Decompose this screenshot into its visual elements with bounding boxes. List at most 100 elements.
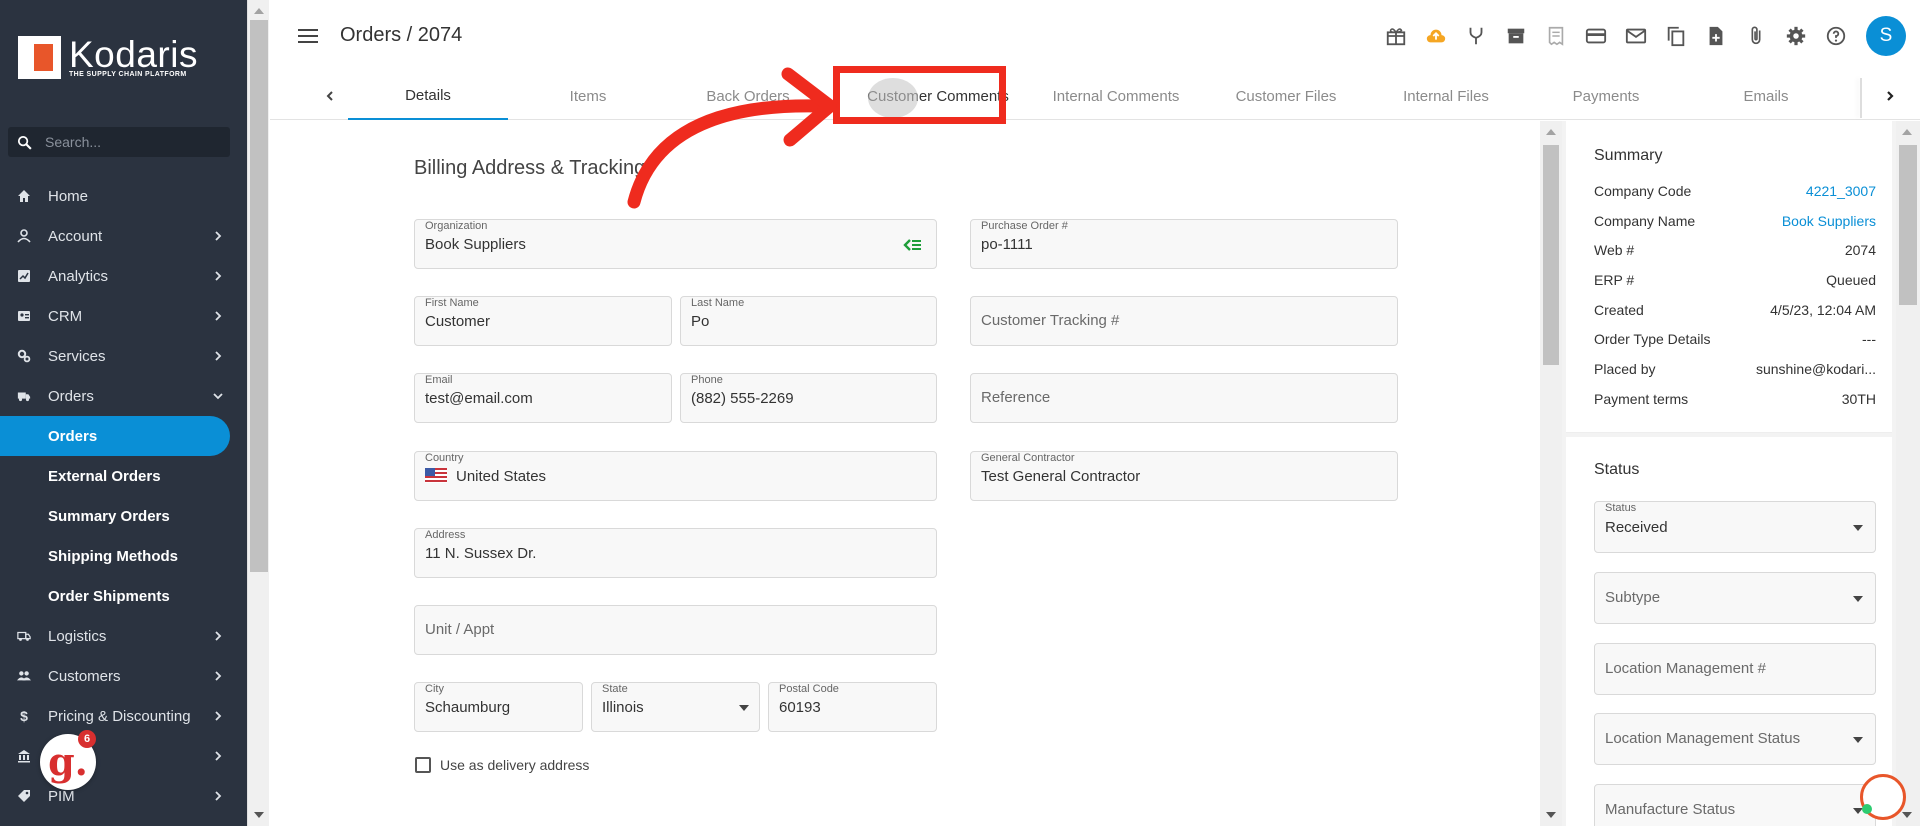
city-field[interactable]: City Schaumburg — [414, 682, 583, 732]
use-as-delivery-row[interactable]: Use as delivery address — [415, 757, 589, 773]
chevron-left-icon — [326, 91, 333, 101]
tabs-scroll-left[interactable] — [318, 84, 342, 108]
field-placeholder: Subtype — [1605, 589, 1661, 606]
merge-icon[interactable] — [1456, 16, 1496, 56]
scroll-up-arrow[interactable] — [1902, 129, 1912, 135]
field-placeholder: Customer Tracking # — [981, 312, 1120, 329]
sidebar-subitem-shipping-methods[interactable]: Shipping Methods — [0, 536, 247, 576]
hamburger-menu-icon[interactable] — [298, 28, 318, 44]
archive-icon[interactable] — [1496, 16, 1536, 56]
sidebar-subitem-orders[interactable]: Orders — [0, 416, 230, 456]
company-name-link[interactable]: Book Suppliers — [1782, 213, 1876, 229]
tab-details[interactable]: Details — [348, 72, 508, 120]
status-select[interactable]: Status Received — [1594, 501, 1876, 553]
gears-icon — [17, 349, 31, 363]
tab-internal-files[interactable]: Internal Files — [1366, 72, 1526, 120]
summary-row: Payment terms 30TH — [1594, 391, 1876, 407]
kodaris-logo-mark — [18, 36, 61, 79]
user-avatar[interactable]: S — [1866, 16, 1906, 56]
tab-customer-files[interactable]: Customer Files — [1206, 72, 1366, 120]
postal-code-field[interactable]: Postal Code 60193 — [768, 682, 937, 732]
chevron-right-icon — [1887, 91, 1894, 101]
sidebar-item-label: Orders — [48, 387, 94, 405]
kodaris-logo[interactable]: Kodaris THE SUPPLY CHAIN PLATFORM — [18, 36, 198, 79]
sidebar-item-pricing[interactable]: $ Pricing & Discounting — [0, 696, 247, 736]
company-code-link[interactable]: 4221_3007 — [1806, 183, 1876, 199]
email-field[interactable]: Email test@email.com — [414, 373, 672, 423]
scroll-down-arrow[interactable] — [1546, 812, 1556, 818]
sidebar-item-crm[interactable]: CRM — [0, 296, 247, 336]
attachment-icon[interactable] — [1736, 16, 1776, 56]
scrollbar-thumb[interactable] — [1543, 145, 1559, 365]
field-placeholder: Location Management Status — [1605, 730, 1801, 747]
copy-icon[interactable] — [1656, 16, 1696, 56]
add-file-icon[interactable] — [1696, 16, 1736, 56]
sidebar-search — [8, 127, 230, 157]
mail-icon[interactable] — [1616, 16, 1656, 56]
id-card-icon — [17, 309, 31, 323]
location-management-status-select[interactable]: Location Management Status — [1594, 713, 1876, 765]
manufacture-status-select[interactable]: Manufacture Status — [1594, 784, 1876, 826]
summary-key: Company Name — [1594, 213, 1696, 229]
sidebar-scrollbar[interactable] — [247, 0, 269, 826]
right-panel-scrollbar[interactable] — [1896, 121, 1920, 826]
gift-icon[interactable] — [1376, 16, 1416, 56]
field-label: State — [602, 683, 628, 695]
summary-value: --- — [1862, 331, 1876, 347]
credit-card-icon[interactable] — [1576, 16, 1616, 56]
tab-emails[interactable]: Emails — [1686, 72, 1846, 120]
scroll-up-arrow[interactable] — [254, 8, 264, 14]
chevron-down-icon — [213, 393, 223, 400]
sidebar-item-services[interactable]: Services — [0, 336, 247, 376]
sidebar-item-account[interactable]: Account — [0, 216, 247, 256]
field-value: po-1111 — [981, 236, 1033, 253]
first-name-field[interactable]: First Name Customer — [414, 296, 672, 346]
sidebar-item-bank[interactable] — [0, 736, 247, 776]
sidebar-subitem-order-shipments[interactable]: Order Shipments — [0, 576, 247, 616]
subtype-select[interactable]: Subtype — [1594, 572, 1876, 624]
location-management-field[interactable]: Location Management # — [1594, 643, 1876, 695]
tabs-scroll-right[interactable] — [1878, 84, 1902, 108]
cloud-upload-icon[interactable] — [1416, 16, 1456, 56]
scroll-down-arrow[interactable] — [254, 812, 264, 818]
details-panel: Billing Address & Tracking Organization … — [270, 121, 1540, 826]
sidebar-subitem-external-orders[interactable]: External Orders — [0, 456, 247, 496]
main-scrollbar[interactable] — [1540, 121, 1562, 826]
tab-payments[interactable]: Payments — [1526, 72, 1686, 120]
use-as-delivery-checkbox[interactable] — [415, 757, 431, 773]
sidebar-item-analytics[interactable]: Analytics — [0, 256, 247, 296]
field-value: Illinois — [602, 699, 644, 716]
chevron-right-icon — [215, 631, 222, 641]
settings-icon[interactable] — [1776, 16, 1816, 56]
link-organization-icon[interactable] — [902, 237, 922, 253]
sidebar-search-input[interactable] — [45, 134, 215, 150]
state-select[interactable]: State Illinois — [591, 682, 760, 732]
sidebar-item-home[interactable]: Home — [0, 176, 247, 216]
address-field[interactable]: Address 11 N. Sussex Dr. — [414, 528, 937, 578]
sidebar-item-orders[interactable]: Orders — [0, 376, 247, 416]
purchase-order-field[interactable]: Purchase Order # po-1111 — [970, 219, 1398, 269]
unit-field[interactable]: Unit / Appt — [414, 605, 937, 655]
reference-field[interactable]: Reference — [970, 373, 1398, 423]
page-header: Orders / 2074 S Details Items Back Order… — [270, 0, 1920, 120]
sidebar-item-customers[interactable]: Customers — [0, 656, 247, 696]
scroll-up-arrow[interactable] — [1546, 129, 1556, 135]
last-name-field[interactable]: Last Name Po — [680, 296, 937, 346]
help-icon[interactable] — [1816, 16, 1856, 56]
sidebar-item-logistics[interactable]: Logistics — [0, 616, 247, 656]
scrollbar-thumb[interactable] — [250, 20, 268, 572]
tab-internal-comments[interactable]: Internal Comments — [1026, 72, 1206, 120]
customer-tracking-field[interactable]: Customer Tracking # — [970, 296, 1398, 346]
phone-field[interactable]: Phone (882) 555-2269 — [680, 373, 937, 423]
sidebar-item-pim[interactable]: PIM — [0, 776, 247, 816]
status-card: Status Status Received Subtype Location … — [1566, 437, 1892, 826]
field-value: Book Suppliers — [425, 236, 526, 253]
country-field[interactable]: Country United States — [414, 451, 937, 501]
receipt-icon[interactable] — [1536, 16, 1576, 56]
scroll-down-arrow[interactable] — [1902, 812, 1912, 818]
organization-field[interactable]: Organization Book Suppliers — [414, 219, 937, 269]
sidebar-subitem-summary-orders[interactable]: Summary Orders — [0, 496, 247, 536]
general-contractor-field[interactable]: General Contractor Test General Contract… — [970, 451, 1398, 501]
scrollbar-thumb[interactable] — [1899, 145, 1917, 305]
field-label: Last Name — [691, 297, 745, 309]
